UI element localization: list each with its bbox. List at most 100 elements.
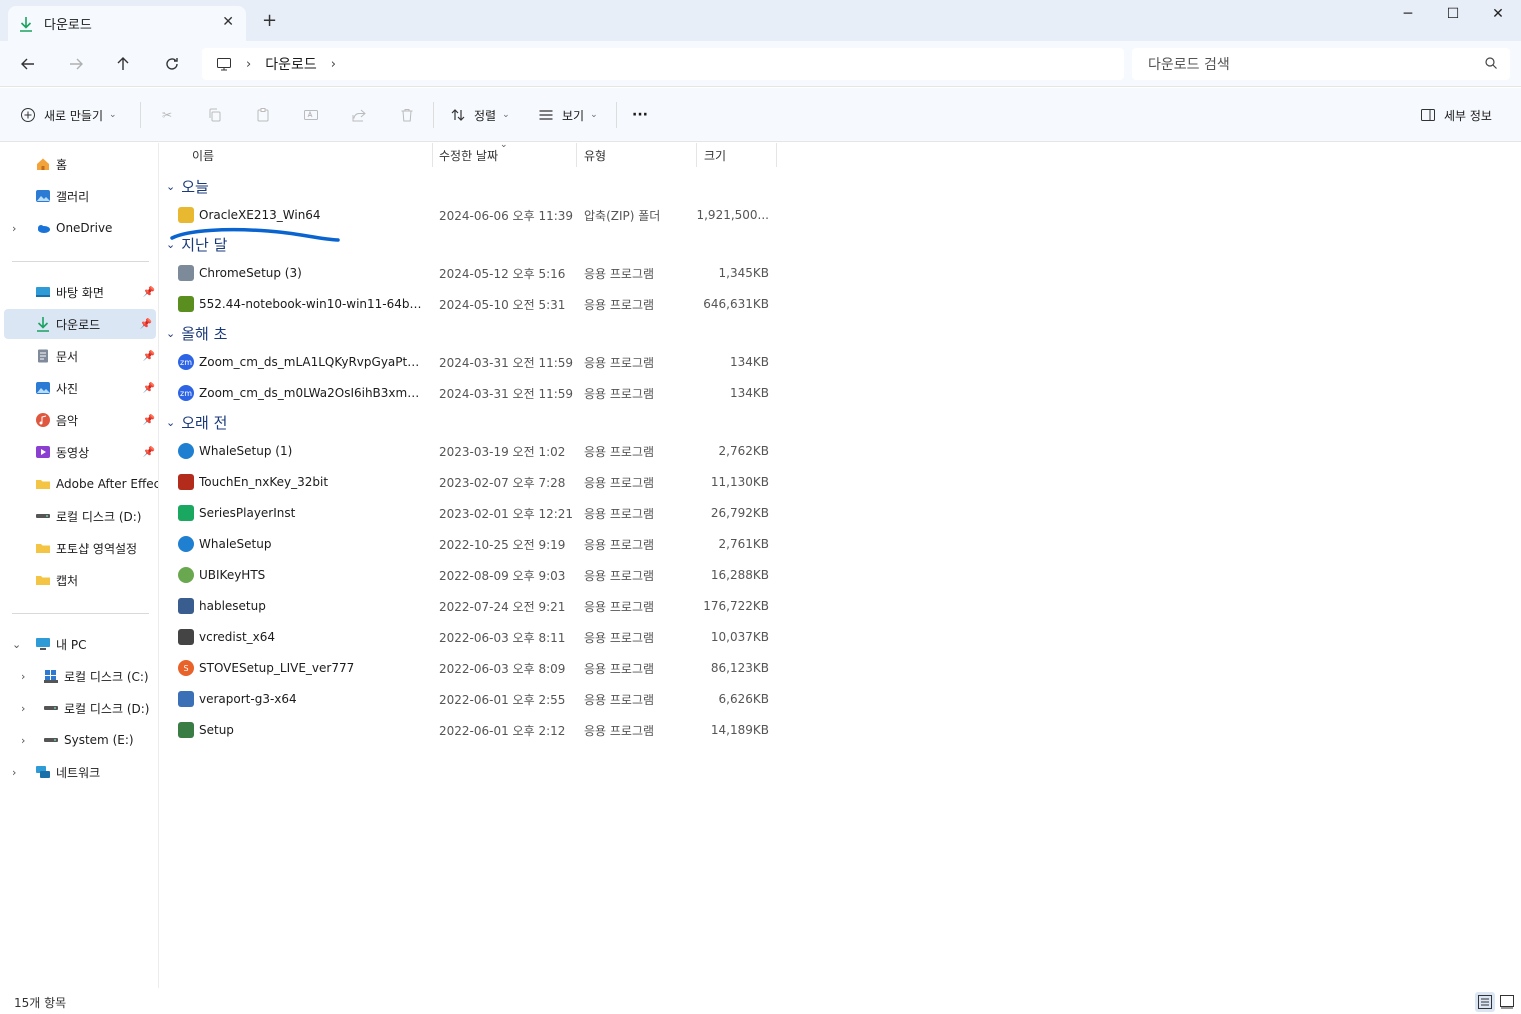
- breadcrumb-separator[interactable]: ›: [331, 57, 336, 72]
- more-options-button[interactable]: ···: [632, 104, 648, 126]
- title-bar: 다운로드 ✕ + ─ ☐ ✕: [0, 0, 1521, 41]
- up-button[interactable]: [112, 53, 134, 75]
- column-header-name[interactable]: 이름: [192, 147, 214, 164]
- breadcrumb-separator[interactable]: ›: [246, 57, 251, 72]
- chevron-down-icon[interactable]: ⌄: [12, 638, 21, 651]
- file-date: 2024-05-10 오전 5:31: [439, 297, 566, 312]
- new-tab-button[interactable]: +: [262, 12, 277, 30]
- group-header-today[interactable]: ⌄ 오늘: [166, 176, 209, 197]
- sidebar-item-onedrive[interactable]: › OneDrive: [0, 213, 158, 243]
- forward-button[interactable]: [65, 53, 87, 75]
- sidebar-item-photoshop[interactable]: 포토샵 영역설정: [0, 533, 158, 563]
- file-date: 2024-06-06 오후 11:39: [439, 208, 574, 223]
- column-divider[interactable]: [696, 143, 697, 167]
- sidebar-item-gallery[interactable]: 갤러리: [0, 181, 158, 211]
- details-view-button[interactable]: [1475, 992, 1495, 1012]
- sidebar-item-documents[interactable]: 문서 📌: [0, 341, 158, 371]
- group-label: 올해 초: [181, 325, 228, 343]
- view-button[interactable]: 보기 ⌄: [538, 104, 598, 126]
- file-row[interactable]: WhaleSetup (1) 2023-03-19 오전 1:02 응용 프로그…: [170, 437, 780, 465]
- sidebar-item-capture[interactable]: 캡처: [0, 565, 158, 595]
- sidebar-item-drive-d[interactable]: › 로컬 디스크 (D:): [0, 693, 158, 723]
- address-bar[interactable]: › 다운로드 ›: [202, 48, 1124, 80]
- sidebar-item-pictures[interactable]: 사진 📌: [0, 373, 158, 403]
- file-list: 이름 수정한 날짜 ⌄ 유형 크기 ⌄ 오늘 OracleXE213_Win64…: [160, 140, 1521, 988]
- tab-close-icon[interactable]: ✕: [222, 14, 234, 30]
- maximize-button[interactable]: ☐: [1443, 6, 1463, 22]
- column-divider[interactable]: [576, 143, 577, 167]
- sidebar-item-desktop[interactable]: 바탕 화면 📌: [0, 277, 158, 307]
- details-pane-button[interactable]: 세부 정보: [1420, 104, 1492, 126]
- file-row[interactable]: ChromeSetup (3) 2024-05-12 오후 5:16 응용 프로…: [170, 259, 780, 287]
- divider: [12, 261, 149, 262]
- file-row[interactable]: zm Zoom_cm_ds_m0LWa2OsI6ihB3xm7sF4... 20…: [170, 379, 780, 407]
- sidebar-item-music[interactable]: 음악 📌: [0, 405, 158, 435]
- column-header-type[interactable]: 유형: [584, 147, 606, 164]
- file-date: 2024-05-12 오후 5:16: [439, 266, 566, 281]
- copy-button[interactable]: [203, 104, 227, 126]
- sidebar-item-label: System (E:): [64, 733, 134, 747]
- column-divider[interactable]: [776, 143, 777, 167]
- sidebar-item-adobe-after-effects[interactable]: Adobe After Effects: [0, 469, 158, 499]
- rename-button[interactable]: [299, 104, 323, 126]
- chevron-right-icon[interactable]: ›: [21, 702, 25, 715]
- group-header-long-ago[interactable]: ⌄ 오래 전: [166, 412, 227, 433]
- chevron-right-icon[interactable]: ›: [21, 670, 25, 683]
- close-window-button[interactable]: ✕: [1488, 6, 1508, 22]
- share-button[interactable]: [347, 104, 371, 126]
- file-row[interactable]: veraport-g3-x64 2022-06-01 오후 2:55 응용 프로…: [170, 685, 780, 713]
- arrow-right-icon: [70, 58, 83, 70]
- monitor-icon: [217, 58, 231, 71]
- sidebar-item-downloads[interactable]: 다운로드 📌: [4, 309, 156, 339]
- file-name: SeriesPlayerInst: [199, 506, 296, 520]
- file-row[interactable]: S STOVESetup_LIVE_ver777 2022-06-03 오후 8…: [170, 654, 780, 682]
- trash-icon: [401, 109, 413, 122]
- file-row[interactable]: UBIKeyHTS 2022-08-09 오후 9:03 응용 프로그램 16,…: [170, 561, 780, 589]
- sort-button[interactable]: 정렬 ⌄: [450, 104, 510, 126]
- group-header-last-month[interactable]: ⌄ 지난 달: [166, 234, 227, 255]
- file-row[interactable]: hablesetup 2022-07-24 오전 9:21 응용 프로그램 17…: [170, 592, 780, 620]
- column-header-date[interactable]: 수정한 날짜: [439, 147, 498, 164]
- chevron-right-icon[interactable]: ›: [12, 766, 16, 779]
- sort-indicator-icon: ⌄: [500, 140, 508, 150]
- paste-button[interactable]: [251, 104, 275, 126]
- refresh-button[interactable]: [161, 53, 183, 75]
- breadcrumb-downloads[interactable]: 다운로드: [265, 54, 317, 74]
- minimize-button[interactable]: ─: [1398, 6, 1418, 22]
- sidebar-item-this-pc[interactable]: ⌄ 내 PC: [0, 629, 158, 659]
- back-button[interactable]: [17, 53, 39, 75]
- pin-icon: 📌: [142, 382, 155, 394]
- file-row[interactable]: Setup 2022-06-01 오후 2:12 응용 프로그램 14,189K…: [170, 716, 780, 744]
- cut-button[interactable]: ✂: [155, 104, 179, 126]
- file-type: 응용 프로그램: [584, 475, 655, 490]
- sidebar-item-videos[interactable]: 동영상 📌: [0, 437, 158, 467]
- column-header-size[interactable]: 크기: [704, 147, 726, 164]
- sidebar-item-network[interactable]: › 네트워크: [0, 757, 158, 787]
- sidebar-item-drive-c[interactable]: › 로컬 디스크 (C:): [0, 661, 158, 691]
- file-name: hablesetup: [199, 599, 266, 613]
- file-row[interactable]: 552.44-notebook-win10-win11-64bit-i... 2…: [170, 290, 780, 318]
- file-type: 응용 프로그램: [584, 506, 655, 521]
- tab-downloads[interactable]: 다운로드 ✕: [8, 6, 246, 41]
- file-date: 2024-03-31 오전 11:59: [439, 386, 574, 401]
- delete-button[interactable]: [395, 104, 419, 126]
- sidebar-item-home[interactable]: 홈: [0, 149, 158, 179]
- chevron-right-icon[interactable]: ›: [21, 734, 25, 747]
- file-row[interactable]: WhaleSetup 2022-10-25 오전 9:19 응용 프로그램 2,…: [170, 530, 780, 558]
- new-button[interactable]: 새로 만들기 ⌄: [20, 104, 117, 126]
- file-row[interactable]: SeriesPlayerInst 2023-02-01 오후 12:21 응용 …: [170, 499, 780, 527]
- installer-icon: [178, 265, 194, 281]
- column-divider[interactable]: [432, 143, 433, 167]
- file-row[interactable]: zm Zoom_cm_ds_mLA1LQKyRvpGyaPtEJ3A... 20…: [170, 348, 780, 376]
- tiles-view-button[interactable]: [1497, 992, 1517, 1012]
- chevron-right-icon[interactable]: ›: [12, 222, 16, 235]
- sidebar-item-label: 음악: [56, 413, 79, 428]
- group-header-early-year[interactable]: ⌄ 올해 초: [166, 323, 227, 344]
- sidebar-item-local-disk-d[interactable]: 로컬 디스크 (D:): [0, 501, 158, 531]
- file-row[interactable]: TouchEn_nxKey_32bit 2023-02-07 오후 7:28 응…: [170, 468, 780, 496]
- touchen-icon: [178, 474, 194, 490]
- search-box[interactable]: 다운로드 검색: [1132, 48, 1510, 80]
- file-row[interactable]: vcredist_x64 2022-06-03 오후 8:11 응용 프로그램 …: [170, 623, 780, 651]
- stove-icon: S: [178, 660, 194, 676]
- sidebar-item-drive-e[interactable]: › System (E:): [0, 725, 158, 755]
